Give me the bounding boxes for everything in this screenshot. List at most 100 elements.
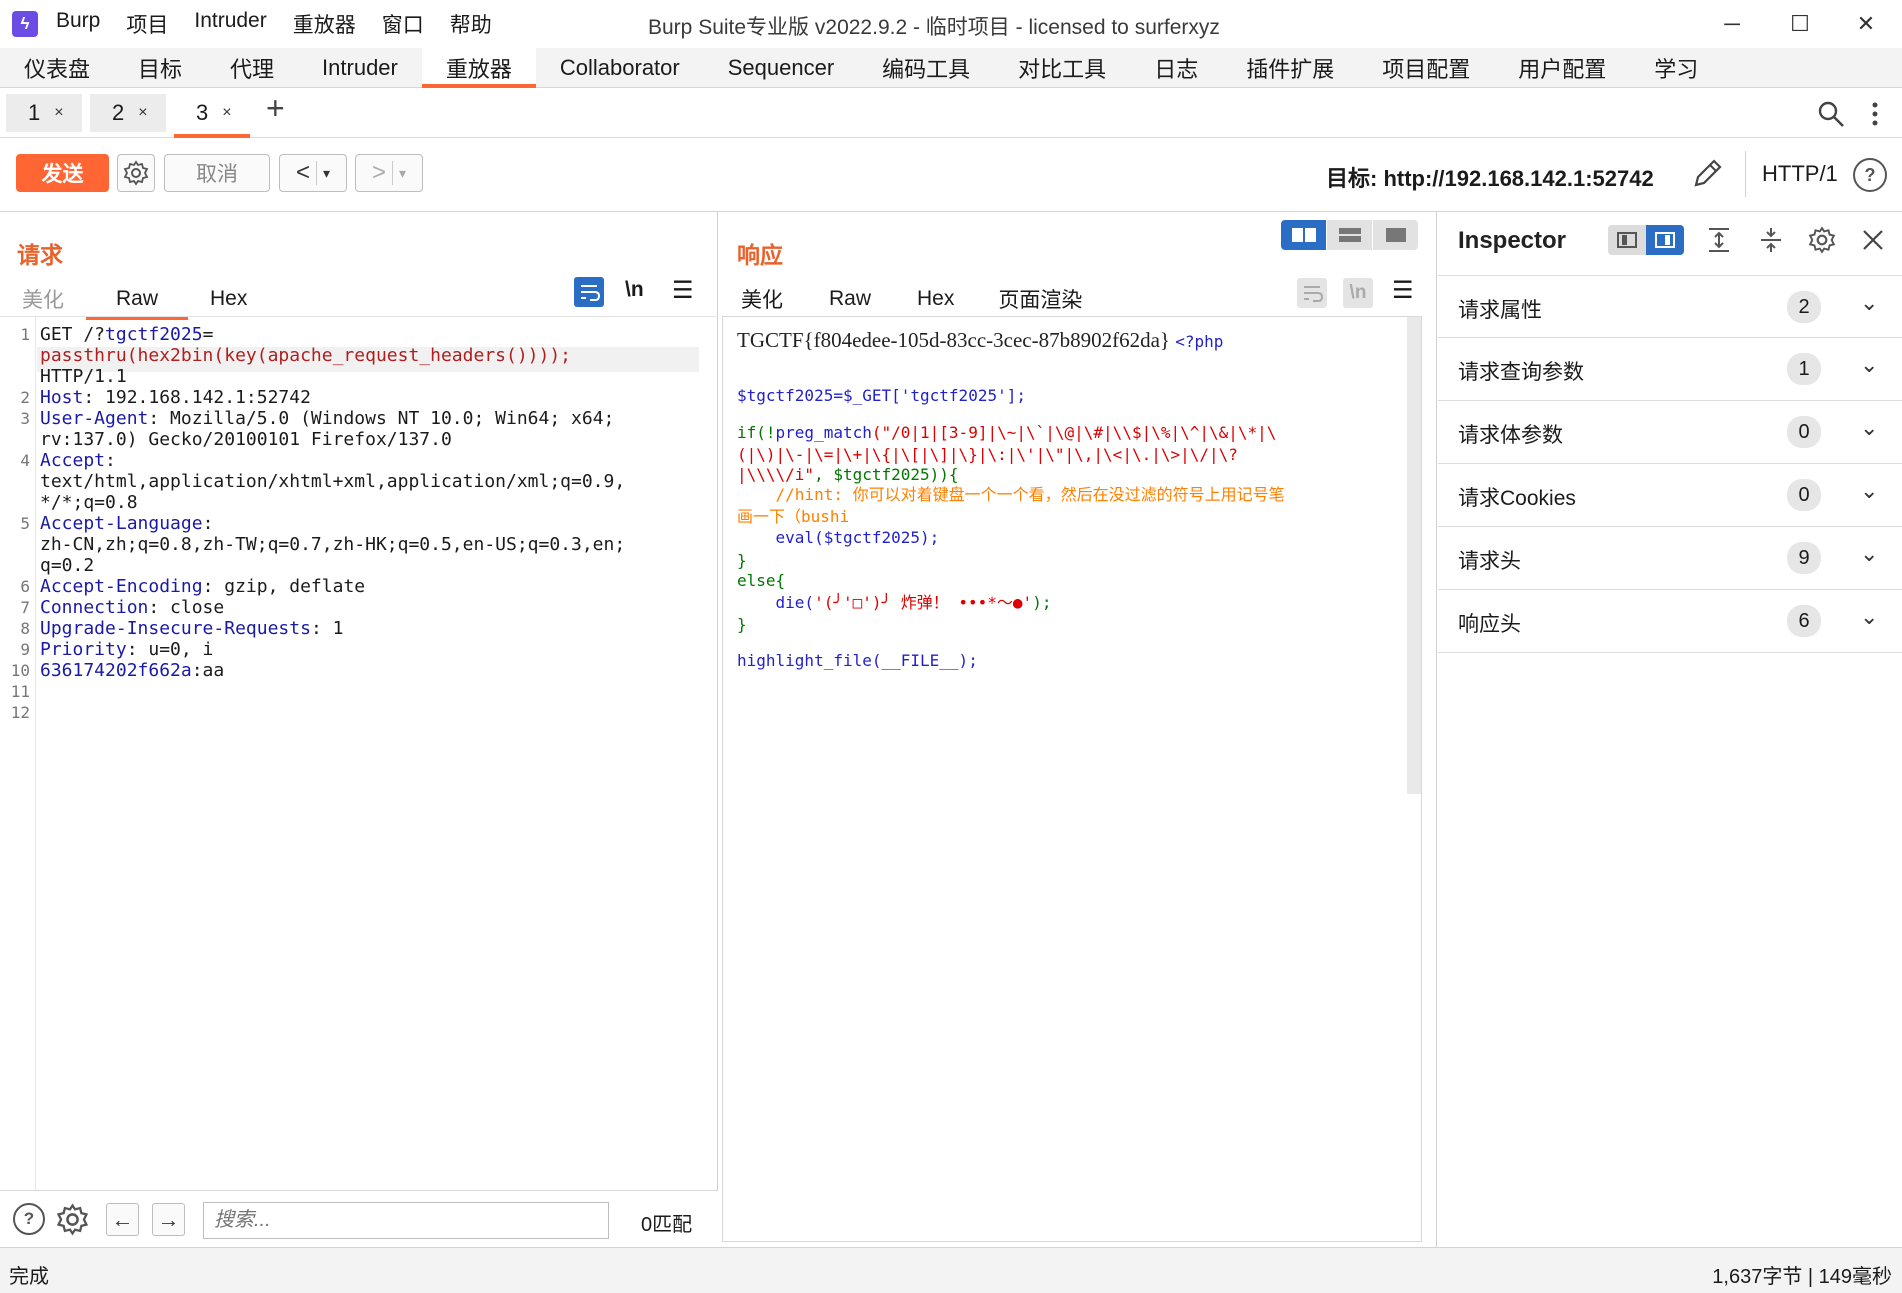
repeater-tabs: 1 × 2 × 3 × + [0,88,1902,138]
tab-decoder[interactable]: 编码工具 [858,48,994,88]
repeater-tab-3[interactable]: 3 × [174,94,250,138]
help-icon[interactable]: ? [1853,158,1887,192]
inspector-row-body-params[interactable]: 请求体参数 0 ⌄ [1438,401,1902,464]
tab-project-options[interactable]: 项目配置 [1358,48,1494,88]
tab-hex[interactable]: Hex [895,278,976,320]
search-prev-button[interactable]: ← [106,1203,139,1236]
newline-toggle[interactable]: \n [1343,278,1373,308]
inspector-row-response-headers[interactable]: 响应头 6 ⌄ [1438,590,1902,653]
http-version-button[interactable]: HTTP/1 [1762,161,1838,187]
expand-all-icon[interactable] [1706,226,1732,254]
menu-intruder[interactable]: Intruder [194,9,266,39]
newline-toggle[interactable]: \n [625,278,644,302]
code-line: if(!preg_match("/0|1|[3-9]|\~|\`|\@|\#|\… [737,423,1277,442]
request-editor[interactable]: 1 2 3 4 5 6 7 8 9 10 11 12 GET /?tgctf20… [0,316,718,1190]
close-window-button[interactable]: ✕ [1836,8,1896,40]
chevron-down-icon[interactable]: ▾ [399,165,406,182]
menu-help[interactable]: 帮助 [450,9,492,39]
repeater-tab-1[interactable]: 1 × [6,94,82,132]
inspector-row-request-headers[interactable]: 请求头 9 ⌄ [1438,527,1902,590]
add-tab-button[interactable]: + [266,90,285,127]
wrap-lines-icon[interactable] [574,277,604,307]
search-input[interactable] [203,1202,609,1239]
tab-raw[interactable]: Raw [86,278,189,320]
tab-extensions[interactable]: 插件扩展 [1222,48,1358,88]
chevron-down-icon[interactable]: ⌄ [1860,290,1878,316]
search-icon[interactable] [1817,100,1845,128]
toolbar-divider [1745,151,1746,197]
inspector-row-request-attributes[interactable]: 请求属性 2 ⌄ [1438,275,1902,338]
menu-burp[interactable]: Burp [56,9,100,39]
chevron-down-icon[interactable]: ▾ [323,165,330,182]
response-size-time: 1,637字节 | 149毫秒 [1712,1266,1892,1288]
response-panel: 响应 美化 Raw Hex 页面渲染 \n ☰ TGCTF{f804edee-1… [719,212,1437,1247]
tab-proxy[interactable]: 代理 [206,48,298,88]
tab-collaborator[interactable]: Collaborator [536,48,704,88]
single-pane-icon[interactable] [1373,220,1418,250]
wrap-lines-icon[interactable] [1297,278,1327,308]
help-icon[interactable]: ? [13,1203,45,1235]
main-nav: 仪表盘 目标 代理 Intruder 重放器 Collaborator Sequ… [0,48,1902,88]
maximize-button[interactable]: ☐ [1770,8,1830,40]
menu-repeater[interactable]: 重放器 [293,9,356,39]
menu-icon[interactable]: ☰ [1392,276,1414,305]
close-icon[interactable]: × [222,104,231,122]
menu-window[interactable]: 窗口 [382,9,424,39]
row-label: 请求查询参数 [1458,361,1584,384]
collapse-all-icon[interactable] [1758,226,1784,254]
minimize-button[interactable]: ─ [1702,8,1762,40]
tab-learn[interactable]: 学习 [1630,48,1722,88]
tab-repeater[interactable]: 重放器 [421,48,536,88]
tab-comparer[interactable]: 对比工具 [994,48,1130,88]
row-label: 响应头 [1458,613,1521,636]
tab-raw[interactable]: Raw [805,278,895,320]
chevron-down-icon[interactable]: ⌄ [1860,604,1878,630]
search-next-button[interactable]: → [152,1203,185,1236]
rendered-page[interactable]: TGCTF{f804edee-105d-83cc-3cec-87b8902f62… [722,316,1422,1242]
count-badge: 2 [1787,291,1821,323]
layout-right-icon[interactable] [1646,225,1684,255]
tab-hex[interactable]: Hex [188,278,269,320]
query-param-name: tgctf2025 [105,324,203,345]
layout-left-icon[interactable] [1608,225,1646,255]
back-button[interactable]: < ▾ [279,154,347,192]
menu-icon[interactable]: ☰ [672,276,694,305]
cancel-button[interactable]: 取消 [164,154,270,192]
split-vertical-icon[interactable] [1327,220,1372,250]
tab-user-options[interactable]: 用户配置 [1494,48,1630,88]
inspector-row-query-params[interactable]: 请求查询参数 1 ⌄ [1438,338,1902,401]
line-number: 5 [20,514,30,533]
gear-icon[interactable] [56,1203,89,1236]
tab-pretty[interactable]: 美化 [719,278,805,320]
send-button[interactable]: 发送 [16,154,109,192]
edit-target-icon[interactable] [1690,157,1724,191]
tab-intruder[interactable]: Intruder [298,48,422,88]
response-title: 响应 [737,242,783,268]
repeater-tab-2[interactable]: 2 × [90,94,166,132]
chevron-down-icon[interactable]: ⌄ [1860,541,1878,567]
close-icon[interactable]: × [54,104,63,122]
menu-project[interactable]: 项目 [126,9,168,39]
header-accept-language-cont: zh-CN,zh;q=0.8,zh-TW;q=0.7,zh-HK;q=0.5,e… [40,534,626,555]
tab-dashboard[interactable]: 仪表盘 [0,48,114,88]
forward-button[interactable]: > ▾ [355,154,423,192]
tab-target[interactable]: 目标 [114,48,206,88]
tab-render[interactable]: 页面渲染 [976,278,1105,320]
gear-icon[interactable] [1808,226,1836,254]
tab-logger[interactable]: 日志 [1130,48,1222,88]
tab-pretty[interactable]: 美化 [0,278,86,320]
row-label: 请求体参数 [1458,424,1563,447]
chevron-down-icon[interactable]: ⌄ [1860,415,1878,441]
split-horizontal-icon[interactable] [1281,220,1326,250]
chevron-down-icon[interactable]: ⌄ [1860,478,1878,504]
repeater-tab-label: 3 [196,100,209,125]
settings-button[interactable] [117,154,155,192]
close-icon[interactable]: × [138,104,147,122]
inspector-row-cookies[interactable]: 请求Cookies 0 ⌄ [1438,464,1902,527]
more-options-icon[interactable] [1870,100,1880,128]
request-title: 请求 [17,242,63,268]
tab-sequencer[interactable]: Sequencer [704,48,858,88]
close-icon[interactable] [1861,228,1885,252]
chevron-down-icon[interactable]: ⌄ [1860,352,1878,378]
scrollbar[interactable] [1407,317,1421,794]
